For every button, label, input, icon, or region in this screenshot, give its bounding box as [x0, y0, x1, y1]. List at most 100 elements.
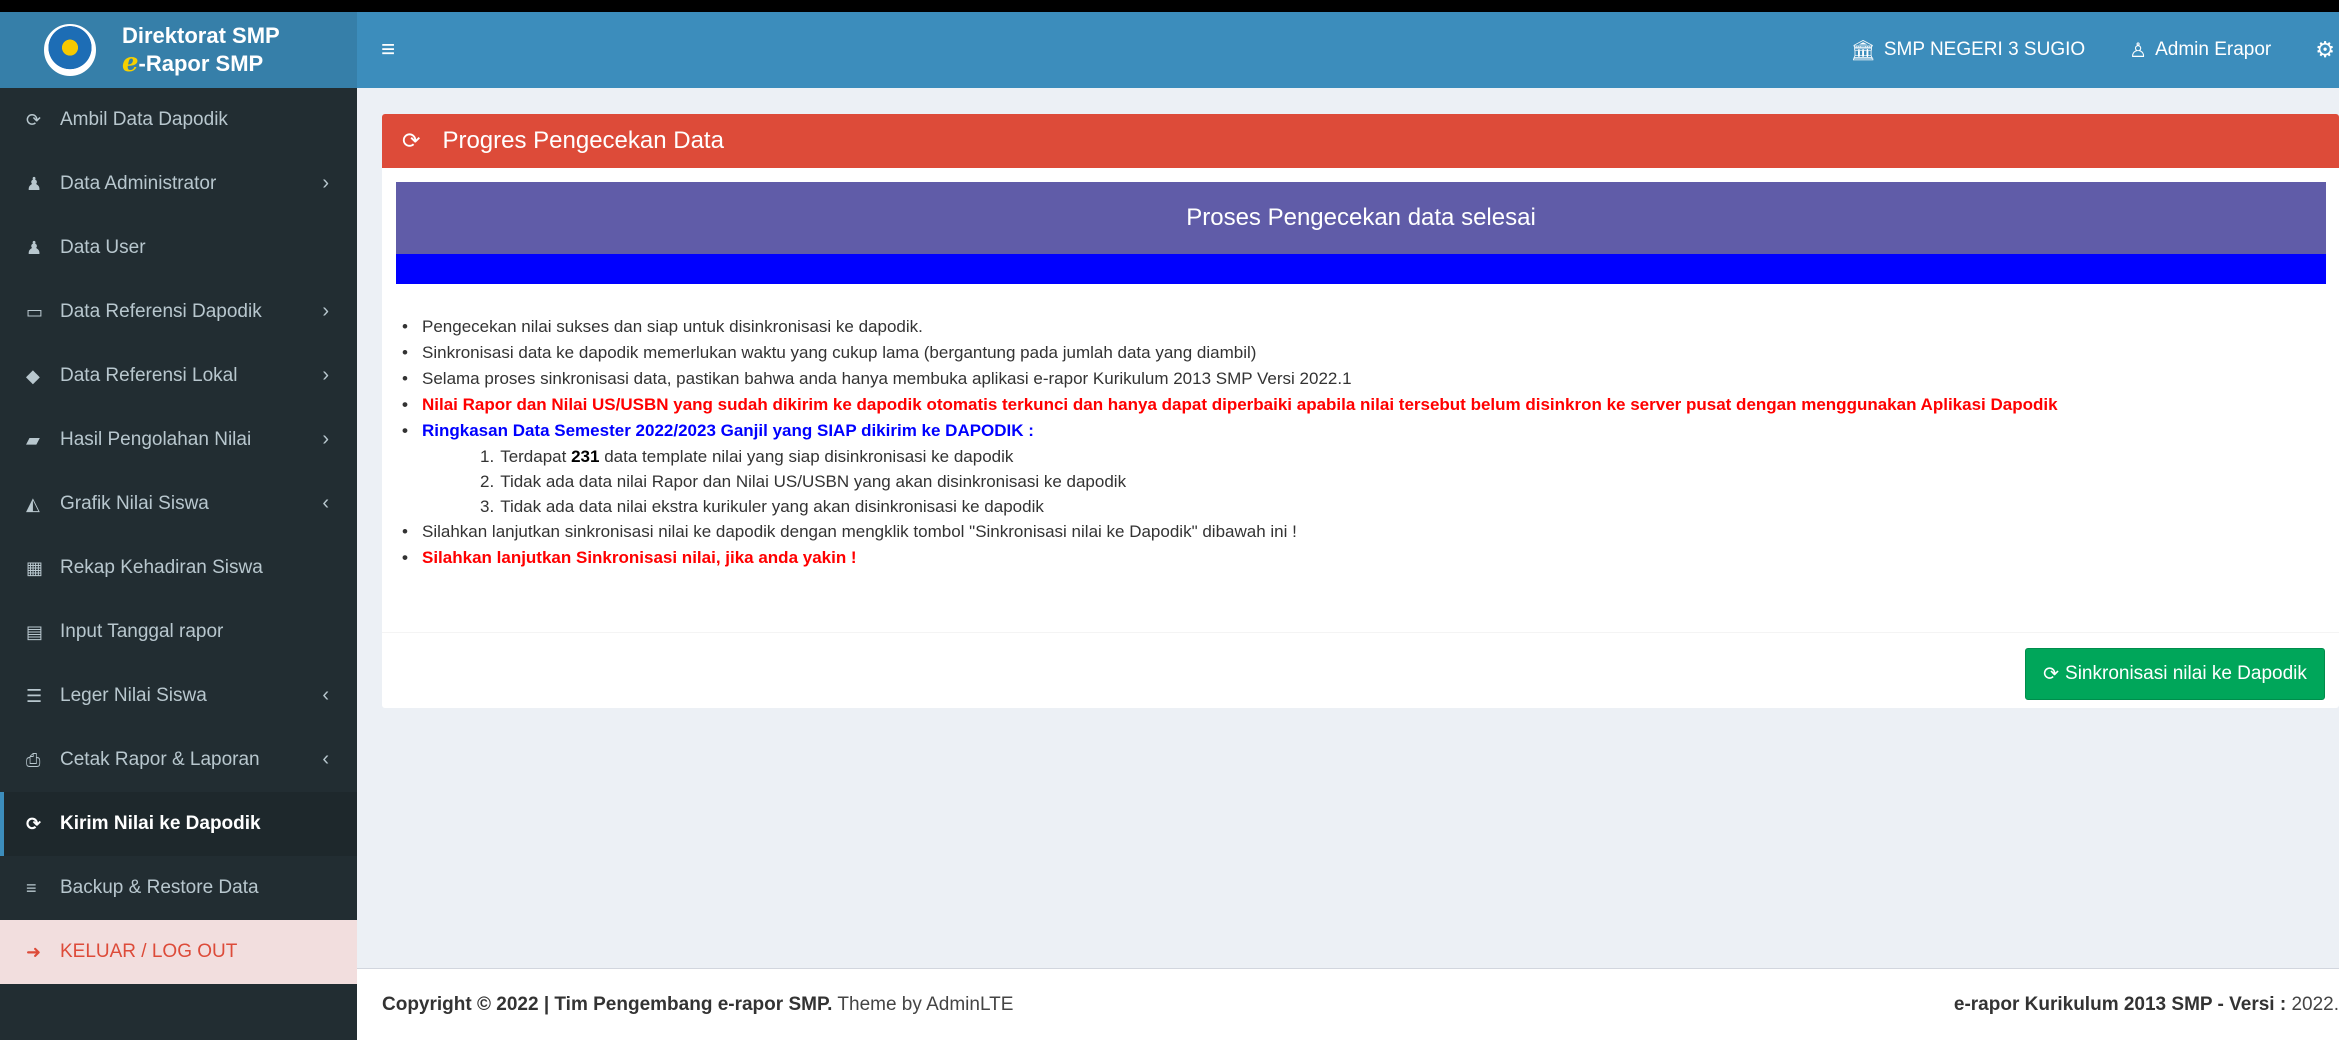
sidebar-item-label: Ambil Data Dapodik — [60, 109, 228, 130]
print-icon: ⎙ — [26, 749, 41, 770]
summary-heading: Ringkasan Data Semester 2022/2023 Ganjil… — [396, 418, 2326, 444]
sidebar-item-label: Kirim Nilai ke Dapodik — [60, 813, 261, 834]
institution-icon: 🏛 — [1850, 39, 1876, 62]
sidebar-menu: ⟳ Ambil Data Dapodik ♟ Data Administrato… — [0, 88, 357, 984]
chevron-right-icon: › — [322, 172, 329, 194]
hamburger-icon[interactable]: ≡ — [381, 36, 395, 64]
sidebar-item-label: Hasil Pengolahan Nilai — [60, 429, 252, 450]
brand-title: Direktorat SMP e-Rapor SMP — [122, 22, 280, 76]
chevron-right-icon: › — [322, 364, 329, 386]
app-window: Direktorat SMP e-Rapor SMP ⟳ Ambil Data … — [0, 12, 2339, 1040]
sync-to-dapodik-button[interactable]: ⟳ Sinkronisasi nilai ke Dapodik — [2025, 648, 2325, 700]
sidebar-item-label: Rekap Kehadiran Siswa — [60, 557, 263, 578]
database-icon: ≡ — [26, 877, 37, 898]
brand-title-rapor: -Rapor SMP — [138, 50, 264, 76]
sidebar-item-cetak-rapor-laporan[interactable]: ⎙ Cetak Rapor & Laporan ‹ — [0, 728, 357, 792]
refresh-icon: ⟳ — [2043, 663, 2060, 685]
progress-message: Proses Pengecekan data selesai — [396, 182, 2326, 254]
sidebar-item-ambil-data-dapodik[interactable]: ⟳ Ambil Data Dapodik — [0, 88, 357, 152]
sign-out-icon: ➜ — [26, 941, 42, 962]
chevron-left-icon: ‹ — [322, 748, 329, 770]
sidebar-item-input-tanggal-rapor[interactable]: ▤ Input Tanggal rapor — [0, 600, 357, 664]
brand[interactable]: Direktorat SMP e-Rapor SMP — [0, 12, 357, 88]
version-label: e-rapor Kurikulum 2013 SMP - Versi : — [1953, 993, 2287, 1015]
footer-copyright: Copyright © 2022 | Tim Pengembang e-rapo… — [382, 994, 1013, 1016]
notes-list: Pengecekan nilai sukses dan siap untuk d… — [396, 314, 2326, 571]
note-item: Pengecekan nilai sukses dan siap untuk d… — [396, 314, 2326, 340]
sidebar-item-label: Cetak Rapor & Laporan — [60, 749, 260, 770]
footer-version: e-rapor Kurikulum 2013 SMP - Versi : 202… — [1954, 994, 2339, 1016]
sidebar-item-grafik-nilai-siswa[interactable]: ◭ Grafik Nilai Siswa ‹ — [0, 472, 357, 536]
sidebar-item-data-referensi-dapodik[interactable]: ▭ Data Referensi Dapodik › — [0, 280, 357, 344]
sidebar-item-data-administrator[interactable]: ♟ Data Administrator › — [0, 152, 357, 216]
calendar-icon: ▤ — [26, 621, 44, 642]
confirm-note: Silahkan lanjutkan Sinkronisasi nilai, j… — [396, 545, 2326, 571]
refresh-icon: ⟳ — [26, 813, 42, 834]
top-navbar: ≡ 🏛 SMP NEGERI 3 SUGIO ♙ Admin Erapor ⚙ — [357, 12, 2339, 88]
note-item: Selama proses sinkronisasi data, pastika… — [396, 366, 2326, 392]
sidebar-item-label: Leger Nilai Siswa — [60, 685, 207, 706]
chevron-right-icon: › — [322, 300, 329, 322]
tags-icon: ◆ — [26, 365, 40, 386]
summary-item: 3. Tidak ada data nilai ekstra kurikuler … — [480, 497, 1044, 516]
summary-item-prefix: Terdapat — [500, 447, 567, 466]
sidebar-item-rekap-kehadiran-siswa[interactable]: ▦ Rekap Kehadiran Siswa — [0, 536, 357, 600]
calculator-icon: ▦ — [26, 557, 44, 578]
user-menu[interactable]: ♙ Admin Erapor — [2129, 38, 2271, 63]
navbar-right: 🏛 SMP NEGERI 3 SUGIO ♙ Admin Erapor ⚙ — [1850, 12, 2339, 88]
note-item: Sinkronisasi data ke dapodik memerlukan … — [396, 340, 2326, 366]
refresh-icon: ⟳ — [402, 128, 421, 153]
monitor-icon: ▭ — [26, 301, 44, 322]
box-header: ⟳ Progres Pengecekan Data — [382, 114, 2339, 168]
copyright-text: Copyright © 2022 | Tim Pengembang e-rapo… — [382, 993, 833, 1015]
school-name: SMP NEGERI 3 SUGIO — [1883, 39, 2086, 60]
users-icon: ♟ — [26, 237, 43, 258]
sidebar-item-label: KELUAR / LOG OUT — [60, 941, 238, 962]
book-icon: ▰ — [26, 429, 40, 450]
summary-item-text: Tidak ada data nilai Rapor dan Nilai US/… — [500, 472, 1127, 491]
box-title: Progres Pengecekan Data — [442, 127, 724, 154]
chevron-left-icon: ‹ — [322, 684, 329, 706]
sidebar-item-logout[interactable]: ➜ KELUAR / LOG OUT — [0, 920, 357, 984]
page-footer: Copyright © 2022 | Tim Pengembang e-rapo… — [357, 968, 2339, 1040]
list-icon: ☰ — [26, 685, 43, 706]
school-menu[interactable]: 🏛 SMP NEGERI 3 SUGIO — [1850, 38, 2085, 63]
sync-button-label: Sinkronisasi nilai ke Dapodik — [2065, 663, 2307, 684]
chevron-left-icon: ‹ — [322, 492, 329, 514]
summary-list: 1. Terdapat 231 data template nilai yang … — [396, 444, 2326, 519]
sidebar-item-backup-restore-data[interactable]: ≡ Backup & Restore Data — [0, 856, 357, 920]
summary-item: 1. Terdapat 231 data template nilai yang … — [480, 447, 1014, 466]
users-icon: ♟ — [26, 173, 43, 194]
area-chart-icon: ◭ — [26, 493, 40, 514]
summary-count: 231 — [571, 447, 600, 466]
brand-e-letter: e — [122, 47, 139, 78]
progress-bar — [396, 254, 2326, 284]
warning-note: Nilai Rapor dan Nilai US/USBN yang sudah… — [396, 392, 2326, 418]
version-number: 2022. — [2291, 993, 2339, 1015]
sidebar-item-label: Data Referensi Dapodik — [60, 301, 262, 322]
note-item: Silahkan lanjutkan sinkronisasi nilai ke… — [396, 519, 2326, 545]
chevron-right-icon: › — [322, 428, 329, 450]
summary-item: 2. Tidak ada data nilai Rapor dan Nilai U… — [480, 472, 1127, 491]
theme-credit: Theme by AdminLTE — [837, 993, 1014, 1015]
box-divider — [382, 632, 2339, 633]
sidebar-item-label: Data User — [60, 237, 146, 258]
sidebar-item-data-referensi-lokal[interactable]: ◆ Data Referensi Lokal › — [0, 344, 357, 408]
sidebar-item-label: Backup & Restore Data — [60, 877, 259, 898]
sidebar-item-data-user[interactable]: ♟ Data User — [0, 216, 357, 280]
tut-wuri-logo-icon — [44, 24, 96, 76]
refresh-icon: ⟳ — [26, 109, 42, 130]
sidebar-item-label: Grafik Nilai Siswa — [60, 493, 209, 514]
gear-icon[interactable]: ⚙ — [2315, 37, 2335, 63]
brand-title-line2: e-Rapor SMP — [122, 50, 280, 76]
sidebar-item-hasil-pengolahan-nilai[interactable]: ▰ Hasil Pengolahan Nilai › — [0, 408, 357, 472]
sidebar: Direktorat SMP e-Rapor SMP ⟳ Ambil Data … — [0, 12, 357, 1040]
progress-box: ⟳ Progres Pengecekan Data Proses Pengece… — [382, 114, 2339, 708]
sidebar-item-kirim-nilai-ke-dapodik[interactable]: ⟳ Kirim Nilai ke Dapodik — [0, 792, 357, 856]
brand-title-line1: Direktorat SMP — [122, 22, 280, 48]
sidebar-item-leger-nilai-siswa[interactable]: ☰ Leger Nilai Siswa ‹ — [0, 664, 357, 728]
summary-item-text: Tidak ada data nilai ekstra kurikuler ya… — [500, 497, 1044, 516]
sidebar-item-label: Input Tanggal rapor — [60, 621, 224, 642]
sidebar-item-label: Data Administrator — [60, 173, 217, 194]
user-icon: ♙ — [2129, 39, 2148, 62]
